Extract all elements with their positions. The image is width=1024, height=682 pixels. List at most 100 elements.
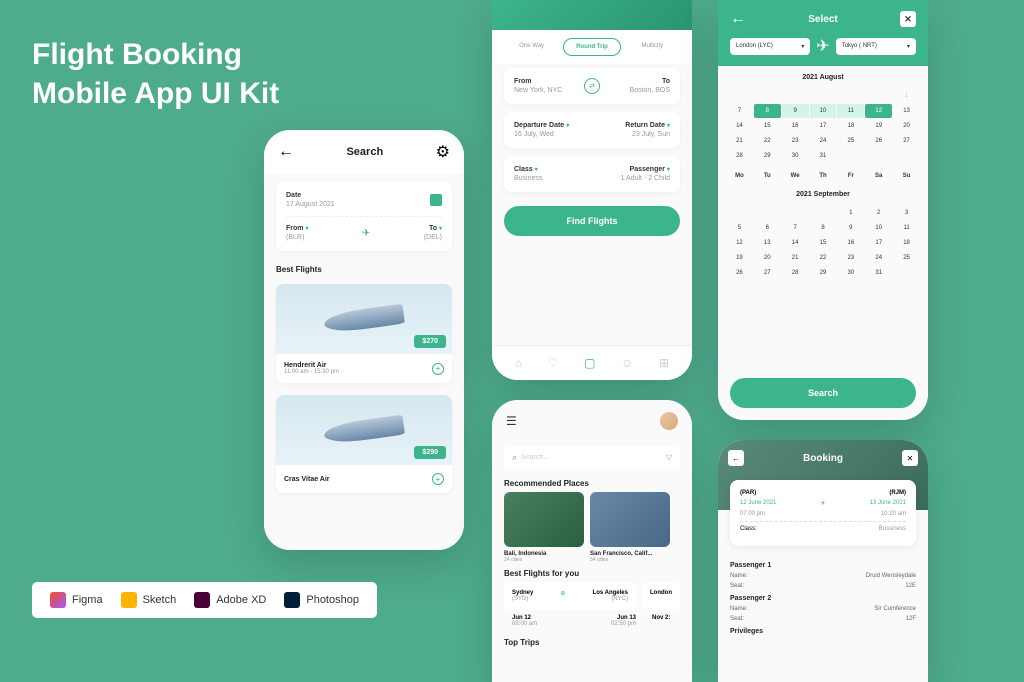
cal-day[interactable]: 22 bbox=[810, 251, 837, 265]
cal-day[interactable] bbox=[837, 149, 864, 163]
cal-day[interactable] bbox=[754, 206, 781, 220]
cal-day[interactable]: 28 bbox=[782, 266, 809, 280]
cal-day[interactable]: 13 bbox=[893, 104, 920, 118]
cal-day[interactable]: 29 bbox=[810, 266, 837, 280]
cal-day[interactable]: 1 bbox=[837, 206, 864, 220]
find-flights-button[interactable]: Find Flights bbox=[504, 206, 680, 236]
avatar[interactable] bbox=[660, 412, 678, 430]
cal-day[interactable]: 22 bbox=[754, 134, 781, 148]
cal-day[interactable]: 20 bbox=[893, 119, 920, 133]
cal-day[interactable]: 26 bbox=[726, 266, 753, 280]
cal-day[interactable]: 27 bbox=[754, 266, 781, 280]
cal-day[interactable]: 24 bbox=[865, 251, 892, 265]
tab-multicity[interactable]: Multicity bbox=[625, 38, 680, 56]
cal-day[interactable]: 1 bbox=[893, 89, 920, 103]
cal-day[interactable]: 17 bbox=[865, 236, 892, 250]
cal-day[interactable]: 19 bbox=[865, 119, 892, 133]
settings-icon[interactable]: ⚙ bbox=[436, 142, 450, 162]
cal-day[interactable]: 15 bbox=[754, 119, 781, 133]
swap-icon[interactable]: ⇄ bbox=[584, 78, 600, 94]
cal-day[interactable] bbox=[865, 149, 892, 163]
cal-day[interactable] bbox=[893, 266, 920, 280]
cal-day[interactable] bbox=[726, 206, 753, 220]
cal-day[interactable]: 9 bbox=[837, 221, 864, 235]
cal-day[interactable]: 11 bbox=[837, 104, 864, 118]
nav-home-icon[interactable]: ⌂ bbox=[515, 356, 522, 370]
filter-icon[interactable]: ▽ bbox=[666, 453, 672, 462]
cal-day[interactable]: 2 bbox=[865, 206, 892, 220]
cal-day[interactable] bbox=[865, 89, 892, 103]
cal-day[interactable]: 11 bbox=[893, 221, 920, 235]
nav-heart-icon[interactable]: ♡ bbox=[548, 356, 559, 370]
close-icon[interactable]: ✕ bbox=[902, 450, 918, 466]
nav-calendar-icon[interactable]: ▢ bbox=[584, 356, 595, 370]
add-icon[interactable]: + bbox=[432, 473, 444, 485]
from-select[interactable]: London (LYC)▾ bbox=[730, 38, 810, 55]
cal-day[interactable] bbox=[810, 89, 837, 103]
cal-day[interactable]: 15 bbox=[810, 236, 837, 250]
search-button[interactable]: Search bbox=[730, 378, 916, 408]
back-icon[interactable]: ← bbox=[730, 10, 746, 28]
cal-day[interactable]: 14 bbox=[726, 119, 753, 133]
flight-row[interactable]: Sydney (SYD) ⊕ Los Angeles (NYC) bbox=[504, 582, 636, 610]
cal-day[interactable]: 24 bbox=[810, 134, 837, 148]
flight-card[interactable]: $290 Cras Vitae Air + bbox=[276, 395, 452, 493]
cal-day[interactable]: 17 bbox=[810, 119, 837, 133]
to-select[interactable]: Tokyo ( NRT)▾ bbox=[836, 38, 916, 55]
place-card[interactable]: San Francisco, Calif... 54 cities bbox=[590, 492, 670, 563]
tab-oneway[interactable]: One Way bbox=[504, 38, 559, 56]
cal-day[interactable]: 25 bbox=[893, 251, 920, 265]
flight-card[interactable]: $270 Hendrerit Air 11:00 am - 15:30 pm + bbox=[276, 284, 452, 383]
cal-day[interactable]: 25 bbox=[837, 134, 864, 148]
cal-day[interactable] bbox=[754, 89, 781, 103]
cal-day[interactable]: 19 bbox=[726, 251, 753, 265]
cal-day[interactable]: 23 bbox=[837, 251, 864, 265]
cal-day[interactable]: 16 bbox=[837, 236, 864, 250]
cal-day[interactable]: 5 bbox=[726, 221, 753, 235]
cal-day[interactable] bbox=[782, 89, 809, 103]
calendar-icon[interactable] bbox=[430, 194, 442, 206]
cal-day[interactable]: 9 bbox=[782, 104, 809, 118]
cal-day[interactable]: 10 bbox=[865, 221, 892, 235]
menu-icon[interactable]: ☰ bbox=[506, 414, 517, 428]
cal-day[interactable] bbox=[893, 149, 920, 163]
search-input[interactable]: Search... bbox=[521, 454, 662, 461]
flight-row[interactable]: London bbox=[642, 582, 680, 610]
cal-day[interactable]: 3 bbox=[893, 206, 920, 220]
cal-day[interactable]: 13 bbox=[754, 236, 781, 250]
cal-day[interactable]: 14 bbox=[782, 236, 809, 250]
cal-day[interactable]: 20 bbox=[754, 251, 781, 265]
nav-grid-icon[interactable]: ⊞ bbox=[659, 356, 669, 370]
cal-day[interactable]: 8 bbox=[810, 221, 837, 235]
nav-user-icon[interactable]: ☺ bbox=[621, 356, 633, 370]
back-icon[interactable]: ← bbox=[728, 450, 744, 466]
cal-day[interactable]: 12 bbox=[865, 104, 892, 118]
cal-day[interactable]: 18 bbox=[893, 236, 920, 250]
cal-day[interactable] bbox=[726, 89, 753, 103]
back-icon[interactable]: ← bbox=[278, 143, 294, 161]
cal-day[interactable]: 30 bbox=[782, 149, 809, 163]
cal-day[interactable]: 26 bbox=[865, 134, 892, 148]
add-icon[interactable]: + bbox=[432, 363, 444, 375]
cal-day[interactable]: 18 bbox=[837, 119, 864, 133]
cal-day[interactable]: 6 bbox=[754, 221, 781, 235]
cal-day[interactable]: 7 bbox=[782, 221, 809, 235]
cal-day[interactable] bbox=[782, 206, 809, 220]
cal-day[interactable]: 27 bbox=[893, 134, 920, 148]
search-bar[interactable]: ⌕ Search... ▽ bbox=[504, 446, 680, 469]
cal-day[interactable]: 16 bbox=[782, 119, 809, 133]
cal-day[interactable]: 8 bbox=[754, 104, 781, 118]
cal-day[interactable]: 23 bbox=[782, 134, 809, 148]
cal-day[interactable] bbox=[810, 206, 837, 220]
cal-day[interactable] bbox=[837, 89, 864, 103]
cal-day[interactable]: 28 bbox=[726, 149, 753, 163]
cal-day[interactable]: 7 bbox=[726, 104, 753, 118]
cal-day[interactable]: 10 bbox=[810, 104, 837, 118]
cal-day[interactable]: 29 bbox=[754, 149, 781, 163]
cal-day[interactable]: 30 bbox=[837, 266, 864, 280]
tab-roundtrip[interactable]: Round Trip bbox=[563, 38, 620, 56]
cal-day[interactable]: 12 bbox=[726, 236, 753, 250]
cal-day[interactable]: 31 bbox=[865, 266, 892, 280]
cal-day[interactable]: 21 bbox=[782, 251, 809, 265]
cal-day[interactable]: 21 bbox=[726, 134, 753, 148]
